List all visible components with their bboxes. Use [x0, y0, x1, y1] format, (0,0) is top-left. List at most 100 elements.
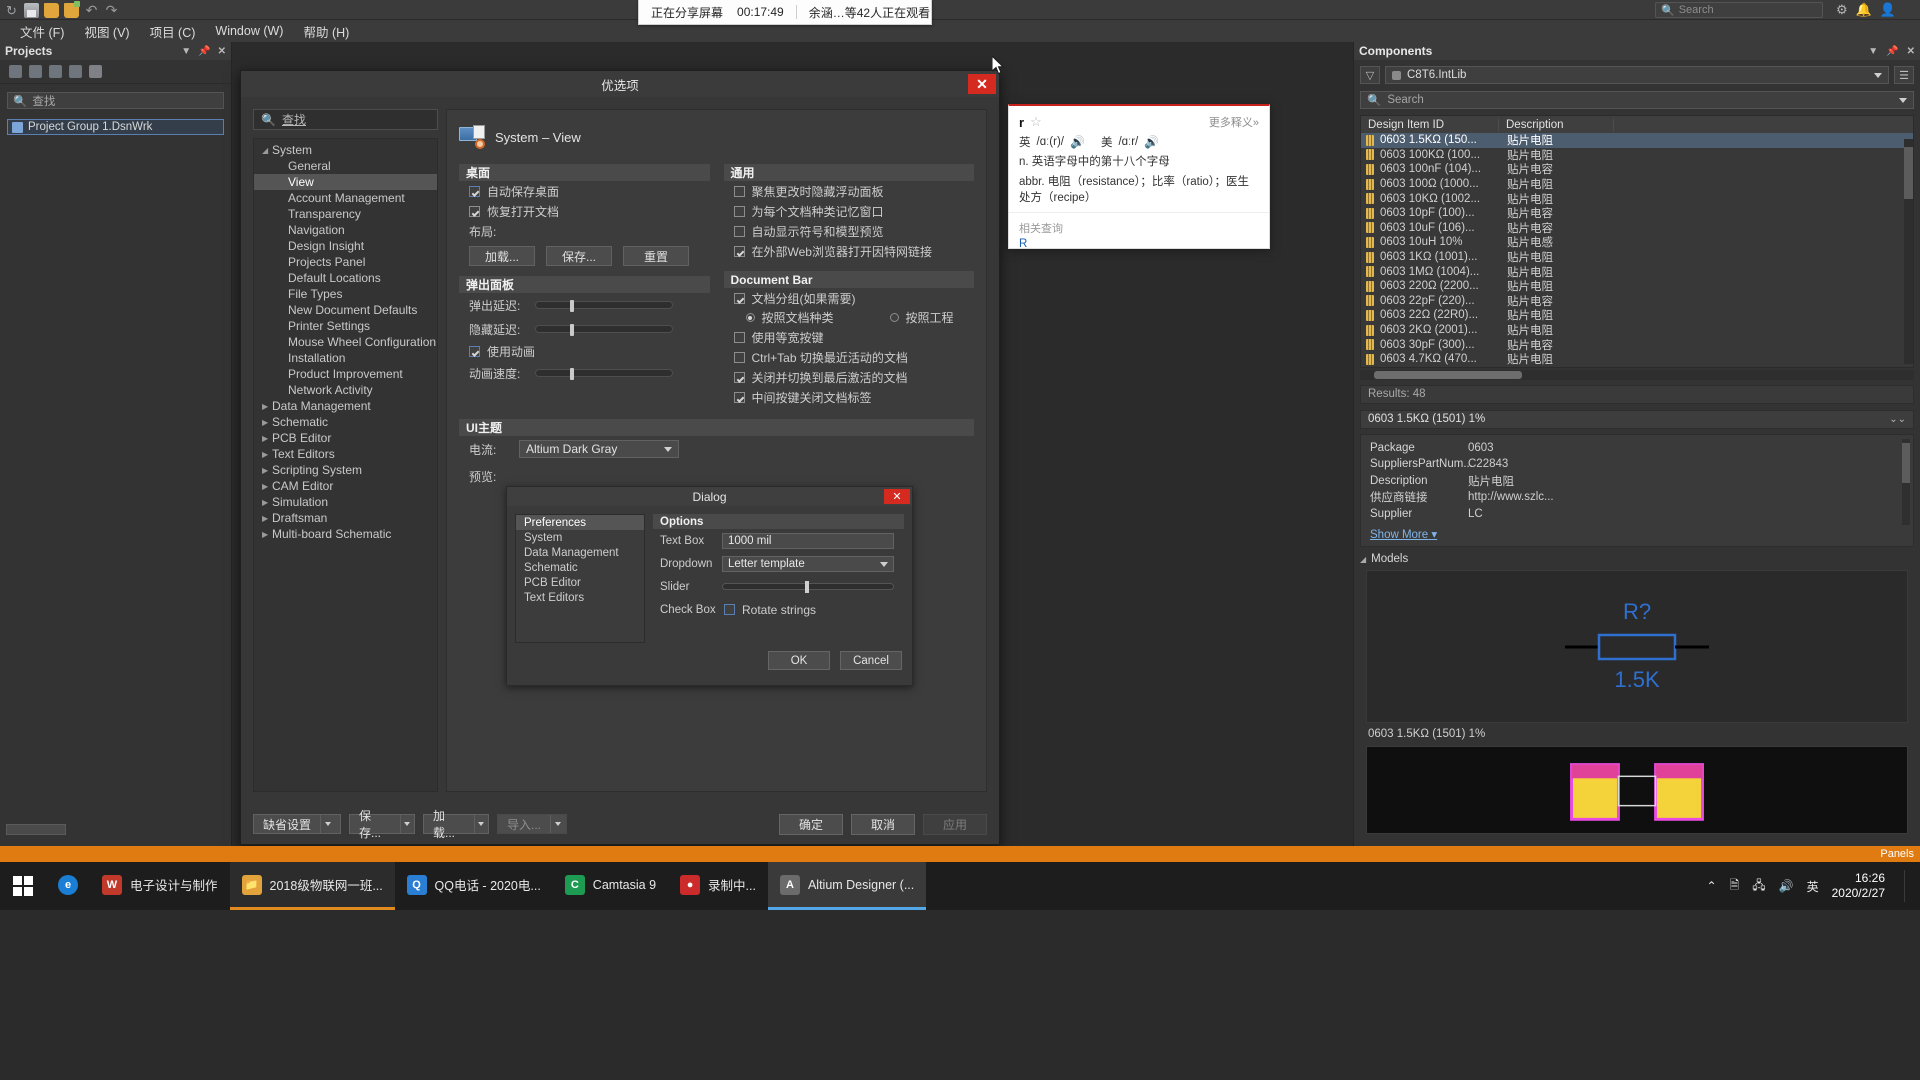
close-icon[interactable]: ✕ — [968, 74, 996, 94]
tree-node-multi-board-schematic[interactable]: ▶ Multi-board Schematic — [254, 526, 437, 542]
bell-icon[interactable]: 🔔 — [1856, 2, 1872, 18]
radio-by-document-type[interactable]: 按照文档种类 — [745, 309, 834, 326]
tree-node-new-document-defaults[interactable]: New Document Defaults — [254, 302, 437, 318]
pin-icon[interactable]: 📌 — [198, 46, 210, 57]
taskbar-item-recording[interactable]: ● 录制中... — [668, 862, 768, 910]
star-icon[interactable]: ☆ — [1030, 114, 1042, 130]
table-row[interactable]: 0603 2KΩ (2001)... 贴片电阻 — [1361, 323, 1913, 338]
table-row[interactable]: 0603 1.5KΩ (150... 贴片电阻 — [1361, 133, 1913, 148]
chevron-double-down-icon[interactable]: ⌄⌄ — [1889, 414, 1906, 425]
table-row[interactable]: 0603 1KΩ (1001)... 贴片电阻 — [1361, 250, 1913, 265]
checkbox-middle-click-close-tab[interactable]: 中间按键关闭文档标签 — [724, 387, 975, 407]
load-preferences-button[interactable]: 加载... — [423, 809, 489, 840]
related-query-word[interactable]: R — [1009, 236, 1269, 250]
radio-by-project[interactable]: 按照工程 — [889, 309, 954, 326]
menu-item-file[interactable]: 文件 (F) — [10, 20, 74, 43]
panels-button[interactable]: Panels — [1880, 848, 1920, 860]
close-icon[interactable]: ✕ — [1907, 46, 1915, 57]
table-row[interactable]: 0603 100Ω (1000... 贴片电阻 — [1361, 177, 1913, 192]
refresh-icon[interactable]: ↻ — [4, 3, 19, 18]
checkbox-hide-floating-panels[interactable]: 聚焦更改时隐藏浮动面板 — [724, 181, 975, 201]
save-preferences-button[interactable]: 保存... — [349, 809, 415, 840]
tree-node-text-editors[interactable]: ▶ Text Editors — [254, 446, 437, 462]
chevron-down-icon[interactable] — [320, 815, 335, 833]
start-button[interactable] — [0, 862, 46, 910]
reset-layout-button[interactable]: 重置 — [623, 246, 689, 266]
tree-node-general[interactable]: General — [254, 158, 437, 174]
save-all-icon[interactable] — [29, 65, 42, 78]
components-vertical-scrollbar[interactable] — [1904, 139, 1913, 364]
table-row[interactable]: 0603 22pF (220)... 贴片电容 — [1361, 294, 1913, 309]
tree-node-schematic[interactable]: ▶ Schematic — [254, 414, 437, 430]
slider-thumb[interactable] — [570, 368, 574, 380]
property-value[interactable]: http://www.szlc... — [1468, 491, 1554, 503]
settings-icon[interactable] — [89, 65, 102, 78]
checkbox-close-switch-last-active[interactable]: 关闭并切换到最后激活的文档 — [724, 367, 975, 387]
table-row[interactable]: 0603 1MΩ (1004)... 贴片电阻 — [1361, 264, 1913, 279]
tree-node-pcb-editor[interactable]: ▶ PCB Editor — [254, 430, 437, 446]
components-horizontal-scrollbar[interactable] — [1360, 369, 1914, 380]
library-select[interactable]: C8T6.IntLib — [1385, 66, 1889, 84]
undo-icon[interactable]: ↶ — [84, 3, 99, 18]
show-desktop-button[interactable] — [1904, 870, 1910, 902]
save-layout-button[interactable]: 保存... — [546, 246, 612, 266]
scrollbar-thumb[interactable] — [1902, 442, 1910, 483]
show-more-link[interactable]: Show More ▾ — [1361, 527, 1913, 541]
tree-node-transparency[interactable]: Transparency — [254, 206, 437, 222]
tree-node-system[interactable]: ◢ System — [254, 142, 437, 158]
table-row[interactable]: 0603 10uH 10% 贴片电感 — [1361, 235, 1913, 250]
checkbox-auto-display-symbol-preview[interactable]: 自动显示符号和模型预览 — [724, 221, 975, 241]
list-item[interactable]: Project Group 1.DsnWrk — [7, 119, 224, 135]
menu-item-window[interactable]: Window (W) — [205, 22, 293, 40]
redo-icon[interactable]: ↷ — [104, 3, 119, 18]
checkbox-use-animation[interactable]: 使用动画 — [459, 341, 710, 361]
chevron-down-icon[interactable]: ▼ — [1868, 46, 1878, 57]
tree-node-network-activity[interactable]: Network Activity — [254, 382, 437, 398]
table-row[interactable]: 0603 100nF (104)... 贴片电容 — [1361, 162, 1913, 177]
chevron-up-icon[interactable]: ⌃ — [1707, 879, 1717, 893]
chevron-down-icon[interactable]: ▼ — [181, 46, 191, 57]
components-search-input[interactable]: 🔍 Search — [1360, 91, 1914, 109]
tree-node-simulation[interactable]: ▶ Simulation — [254, 494, 437, 510]
taskbar-item-word-document[interactable]: W 电子设计与制作 — [90, 862, 230, 910]
animation-speed-slider[interactable] — [535, 368, 673, 380]
projects-search-input[interactable]: 🔍 查找 — [7, 92, 224, 109]
preferences-search-input[interactable]: 🔍 查找 — [253, 109, 438, 130]
global-search-input[interactable]: 🔍 Search — [1655, 2, 1823, 18]
open-project-icon[interactable] — [64, 0, 80, 18]
chevron-down-icon[interactable] — [550, 815, 565, 833]
taskbar-item-explorer[interactable]: 📁 2018级物联网一班... — [229, 862, 395, 910]
tree-node-printer-settings[interactable]: Printer Settings — [254, 318, 437, 334]
scrollbar-thumb[interactable] — [1904, 147, 1913, 199]
user-icon[interactable]: 👤 — [1880, 2, 1896, 18]
close-icon[interactable]: ✕ — [218, 46, 226, 57]
tree-node-design-insight[interactable]: Design Insight — [254, 238, 437, 254]
chevron-down-icon[interactable] — [399, 815, 414, 833]
checkbox-ctrl-tab-recent[interactable]: Ctrl+Tab 切换最近活动的文档 — [724, 347, 975, 367]
tree-node-scripting-system[interactable]: ▶ Scripting System — [254, 462, 437, 478]
tree-node-default-locations[interactable]: Default Locations — [254, 270, 437, 286]
tree-node-view[interactable]: View — [254, 174, 437, 190]
table-row[interactable]: 0603 100KΩ (100... 贴片电阻 — [1361, 148, 1913, 163]
checkbox-group-documents[interactable]: 文档分组(如果需要) — [724, 288, 975, 308]
ime-indicator[interactable]: 英 — [1807, 878, 1819, 895]
tree-node-projects-panel[interactable]: Projects Panel — [254, 254, 437, 270]
checkbox-remember-window-per-doctype[interactable]: 为每个文档种类记忆窗口 — [724, 201, 975, 221]
scrollbar-thumb[interactable] — [1374, 370, 1522, 379]
chevron-down-icon[interactable] — [1899, 98, 1907, 103]
component-detail-header[interactable]: 0603 1.5KΩ (1501) 1% ⌄⌄ — [1360, 409, 1914, 429]
save-icon[interactable] — [24, 2, 39, 18]
table-row[interactable]: 0603 10uF (106)... 贴片电容 — [1361, 221, 1913, 236]
load-layout-button[interactable]: 加载... — [469, 246, 535, 266]
checkbox-open-links-external-browser[interactable]: 在外部Web浏览器打开因特网链接 — [724, 241, 975, 261]
tree-node-product-improvement[interactable]: Product Improvement — [254, 366, 437, 382]
slider-thumb[interactable] — [570, 324, 574, 336]
pin-icon[interactable]: 📌 — [1886, 46, 1898, 57]
battery-icon[interactable]: 🗎 — [1730, 876, 1740, 897]
theme-select[interactable]: Altium Dark Gray — [519, 440, 679, 458]
more-definitions-link[interactable]: 更多释义» — [1209, 114, 1259, 130]
tree-node-mouse-wheel-configuration[interactable]: Mouse Wheel Configuration — [254, 334, 437, 350]
checkbox-equal-width-buttons[interactable]: 使用等宽按键 — [724, 327, 975, 347]
volume-icon[interactable]: 🔊 — [1779, 879, 1794, 893]
hide-delay-slider[interactable] — [535, 324, 673, 336]
